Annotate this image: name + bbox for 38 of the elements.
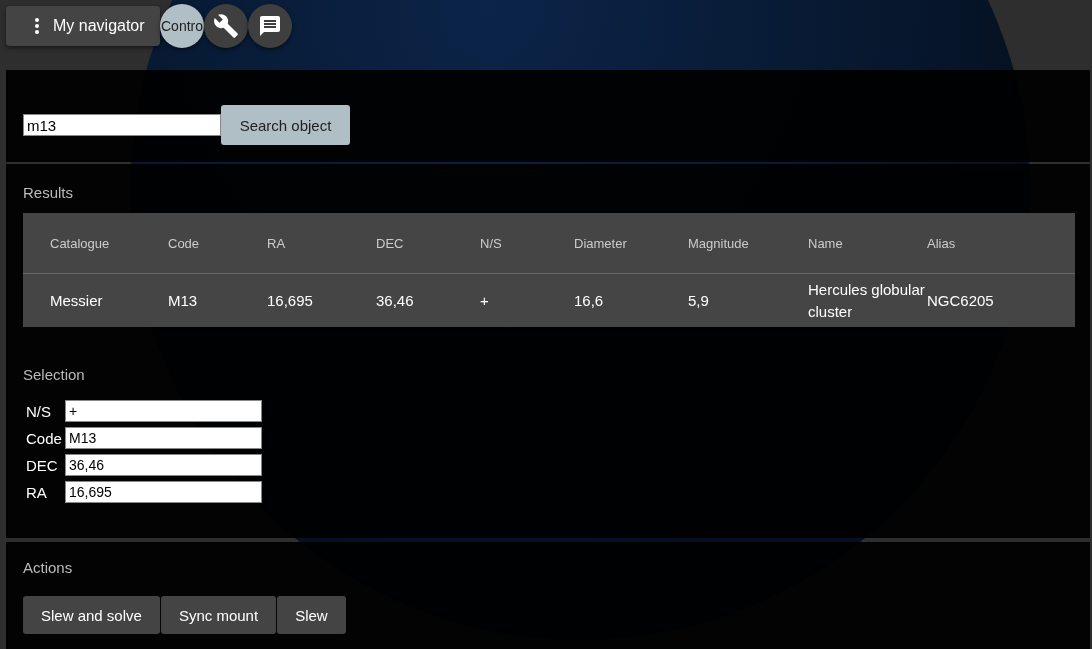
column-header: Catalogue xyxy=(50,235,110,251)
table-cell: + xyxy=(480,292,489,309)
column-header: Magnitude xyxy=(688,235,749,251)
table-cell: 16,6 xyxy=(574,292,604,309)
field-label: N/S xyxy=(26,402,52,420)
action-button[interactable]: Sync mount xyxy=(160,596,277,634)
input-field[interactable]: 36,46 xyxy=(65,454,262,476)
field-label: RA xyxy=(26,483,48,501)
input-field[interactable]: M13 xyxy=(65,427,262,449)
menu-button[interactable]: My navigator xyxy=(6,6,160,46)
column-header: Code xyxy=(168,235,200,251)
more-vertical-icon xyxy=(35,18,39,34)
action-button[interactable]: Slew and solve xyxy=(23,596,160,634)
wrench-icon xyxy=(213,13,239,39)
column-header: Name xyxy=(808,235,843,251)
input-field[interactable]: 16,695 xyxy=(65,481,262,503)
table-cell: 36,46 xyxy=(376,292,414,309)
search-button[interactable]: Search object xyxy=(221,105,350,145)
column-header: Alias xyxy=(927,235,956,251)
column-header: RA xyxy=(267,235,286,251)
table-cell: 16,695 xyxy=(267,292,313,309)
table-cell: Hercules globular cluster xyxy=(808,280,925,320)
section-title: Results xyxy=(23,184,75,202)
column-header: Diameter xyxy=(574,235,627,251)
field-label: DEC xyxy=(26,456,59,474)
column-header: DEC xyxy=(376,235,404,251)
section-title: Actions xyxy=(23,559,74,577)
input-field[interactable]: + xyxy=(65,400,262,422)
search-field[interactable]: m13 xyxy=(23,114,221,136)
action-button[interactable]: Slew xyxy=(277,596,346,634)
column-header: N/S xyxy=(480,235,502,251)
table-cell: 5,9 xyxy=(688,292,709,309)
table-cell: M13 xyxy=(168,292,198,309)
table-cell: NGC6205 xyxy=(927,292,994,309)
chat-icon xyxy=(258,14,282,38)
table-cell: Messier xyxy=(50,292,103,309)
field-label: Code xyxy=(26,429,63,447)
section-title: Selection xyxy=(23,366,86,384)
